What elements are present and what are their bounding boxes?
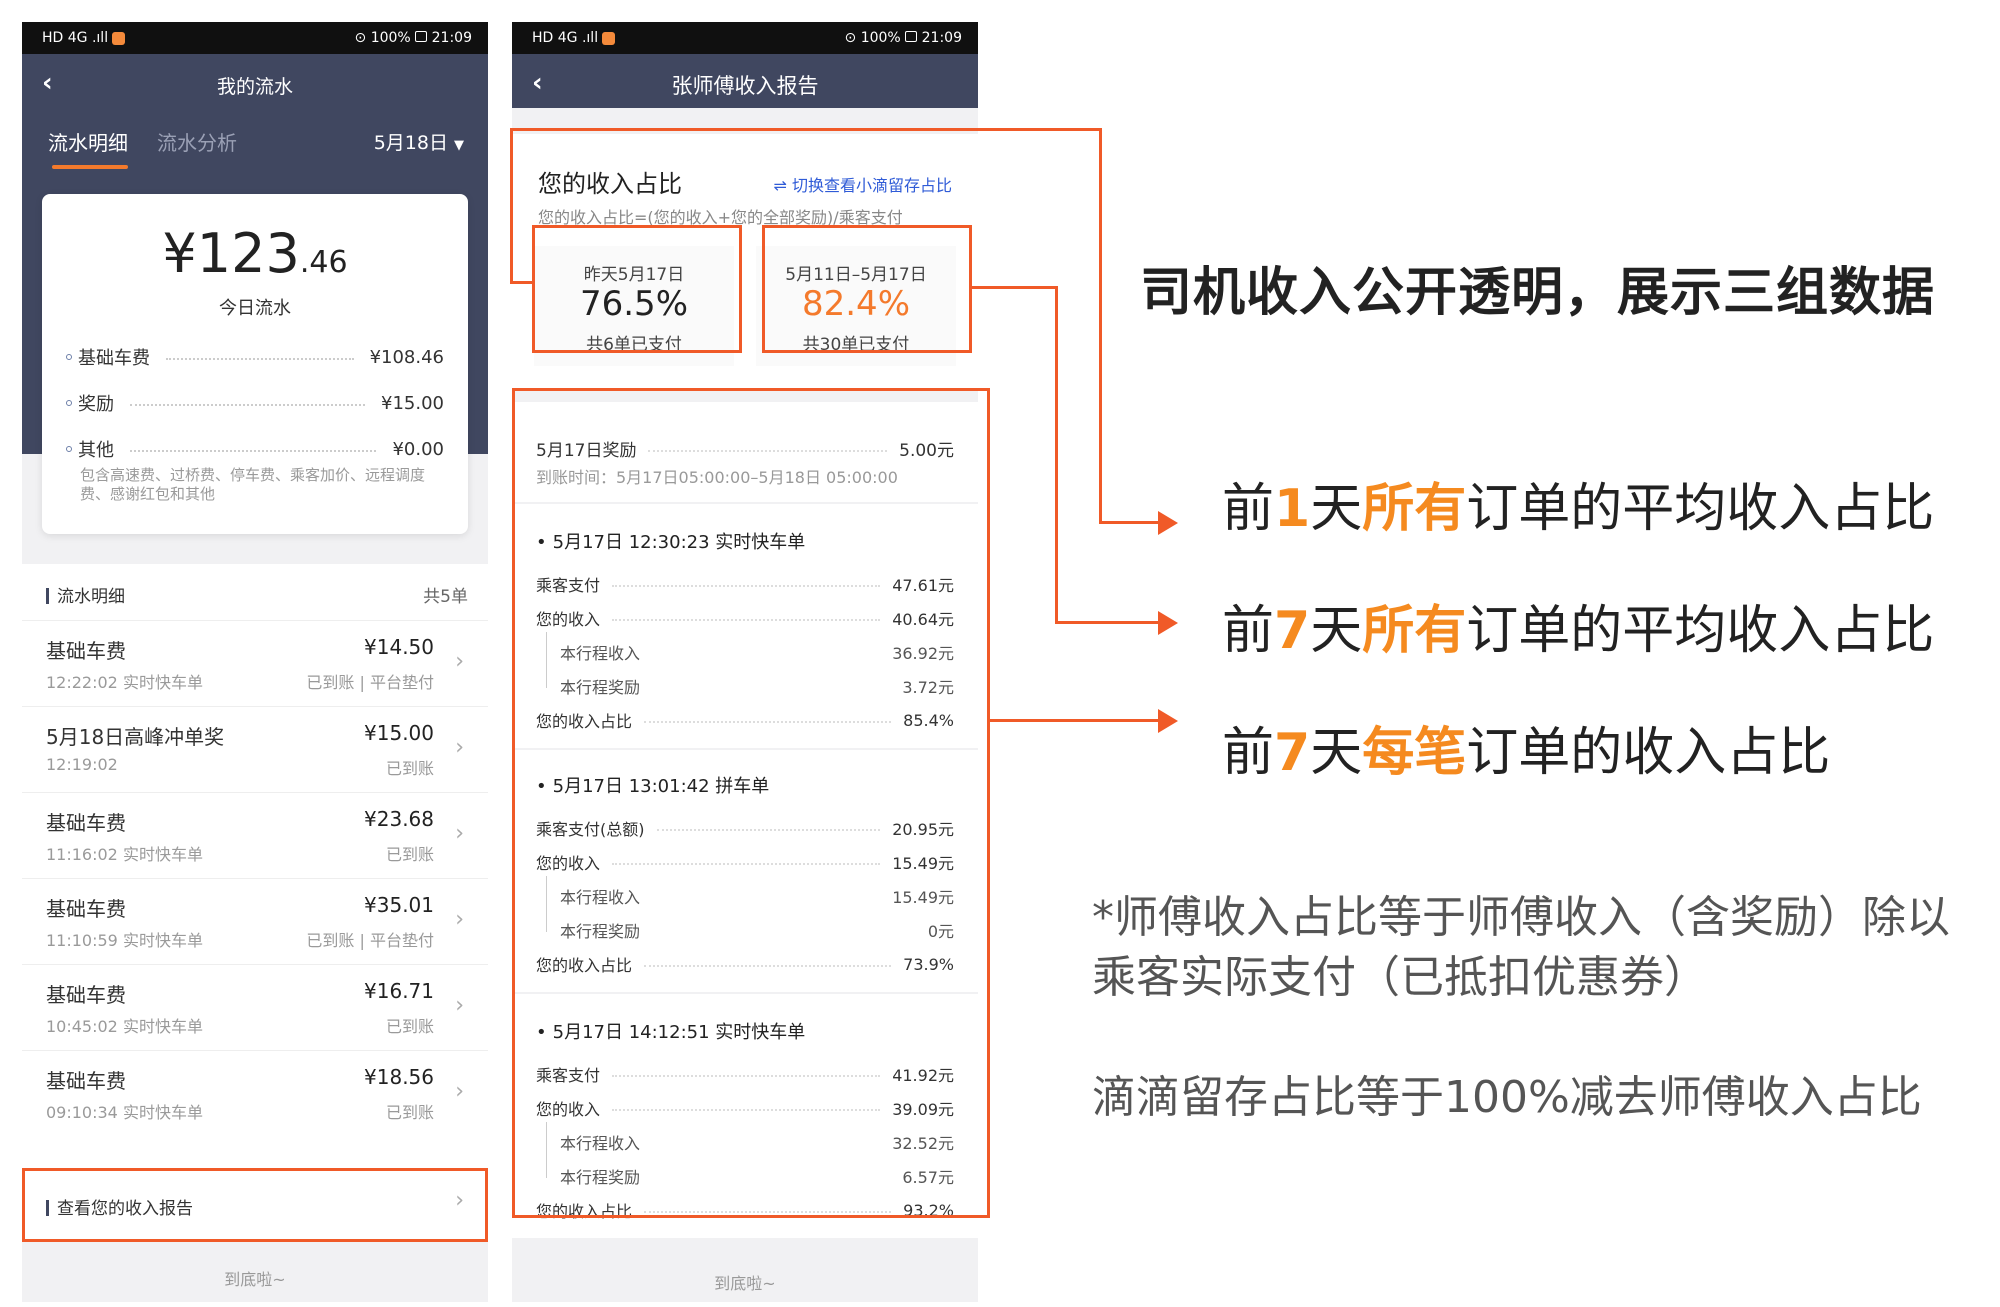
list-item[interactable]: 基础车费 11:16:02 实时快车单 ¥23.68 已到账 › (22, 792, 488, 878)
chevron-right-icon: › (455, 821, 464, 846)
page-title: 我的流水 (216, 76, 293, 98)
list-item[interactable]: 基础车费 09:10:34 实时快车单 ¥18.56 已到账 › (22, 1050, 488, 1136)
bullet-1: 前1天所有订单的平均收入占比 (1222, 479, 1935, 539)
phone-my-earnings: HD 4G .ıll ⊙ 100% 21:09 ‹ 我的流水 流水明细 流水分析… (22, 22, 488, 1302)
notification-icon (112, 31, 126, 45)
connector-line (1055, 286, 1058, 624)
daily-summary-card: ¥123.46 今日流水 基础车费 ¥108.46 奖励 ¥15.00 其他 ¥0.0… (42, 194, 468, 534)
bullet-3: 前7天每笔订单的收入占比 (1222, 723, 1831, 783)
nav-bar: ‹ 我的流水 (22, 54, 488, 114)
summary-row-base: 基础车费 ¥108.46 (66, 344, 444, 370)
highlight-box-orders (512, 388, 990, 1218)
battery-level: 100% (370, 30, 411, 46)
location-icon: ⊙ (354, 30, 367, 46)
nav-bar: ‹ 张师傅收入报告 (512, 54, 978, 108)
list-item[interactable]: 基础车费 10:45:02 实时快车单 ¥16.71 已到账 › (22, 964, 488, 1050)
date-value: 5月18日 (373, 132, 448, 154)
list-item[interactable]: 基础车费 12:22:02 实时快车单 ¥14.50 已到账 | 平台垫付 › (22, 620, 488, 706)
connector-line (1099, 521, 1159, 524)
battery-icon (905, 31, 918, 42)
notification-icon (602, 31, 616, 45)
end-of-list: 到底啦~ (224, 1270, 286, 1289)
connector-line (990, 719, 1159, 722)
tab-analysis[interactable]: 流水分析 (157, 127, 237, 156)
note-line-3: 滴滴留存占比等于100%减去师傅收入占比 (1092, 1072, 1922, 1123)
connector-line (972, 286, 1058, 289)
highlight-box-report-link (22, 1168, 488, 1242)
connector-line (1099, 128, 1102, 524)
arrow-icon (1158, 709, 1178, 733)
connector-line (1055, 621, 1159, 624)
arrow-icon (1158, 611, 1178, 635)
summary-row-other: 其他 ¥0.00 (66, 436, 444, 462)
bullet-icon (66, 446, 72, 452)
headline: 司机收入公开透明，展示三组数据 (1140, 263, 1936, 323)
highlight-box-yesterday (532, 225, 742, 353)
statusbar-signal: HD 4G .ıll (532, 30, 599, 46)
highlight-box-week (762, 225, 972, 353)
chevron-right-icon: › (455, 735, 464, 760)
list-title: 流水明细 (46, 582, 125, 607)
status-bar: HD 4G .ıll ⊙ 100% 21:09 (22, 22, 488, 54)
list-item[interactable]: 5月18日高峰冲单奖 12:19:02 ¥15.00 已到账 › (22, 706, 488, 792)
other-fees-note: 包含高速费、过桥费、停车费、乘客加价、远程调度费、感谢红包和其他 (80, 466, 426, 503)
connector-line (510, 281, 534, 284)
location-icon: ⊙ (844, 30, 857, 46)
earnings-list: 流水明细 共5单 基础车费 12:22:02 实时快车单 ¥14.50 已到账 | 平… (22, 564, 488, 1176)
bullet-2: 前7天所有订单的平均收入占比 (1222, 601, 1935, 661)
clock: 21:09 (921, 30, 962, 46)
chevron-right-icon: › (455, 1079, 464, 1104)
list-item[interactable]: 基础车费 11:10:59 实时快车单 ¥35.01 已到账 | 平台垫付 › (22, 878, 488, 964)
battery-icon (415, 31, 428, 42)
page-title: 张师傅收入报告 (671, 74, 819, 98)
status-bar: HD 4G .ıll ⊙ 100% 21:09 (512, 22, 978, 54)
chevron-right-icon: › (455, 649, 464, 674)
clock: 21:09 (431, 30, 472, 46)
note-line-2: 乘客实际支付（已抵扣优惠券） (1092, 952, 1708, 1003)
summary-row-reward: 奖励 ¥15.00 (66, 390, 444, 416)
total-amount-label: 今日流水 (219, 298, 291, 319)
tab-details[interactable]: 流水明细 (48, 127, 128, 156)
date-selector[interactable]: 5月18日 ▼ (374, 128, 464, 155)
triangle-down-icon: ▼ (454, 138, 464, 153)
bullet-icon (66, 354, 72, 360)
statusbar-signal: HD 4G .ıll (42, 30, 109, 46)
connector-line (510, 128, 513, 284)
total-amount: ¥123.46 (162, 222, 348, 285)
chevron-right-icon: › (455, 993, 464, 1018)
arrow-icon (1158, 511, 1178, 535)
bullet-icon (66, 400, 72, 406)
battery-level: 100% (860, 30, 901, 46)
tab-indicator (52, 165, 128, 169)
list-count: 共5单 (423, 587, 468, 607)
end-of-list: 到底啦~ (714, 1274, 776, 1293)
note-line-1: *师傅收入占比等于师傅收入（含奖励）除以 (1092, 892, 1950, 943)
chevron-right-icon: › (455, 907, 464, 932)
